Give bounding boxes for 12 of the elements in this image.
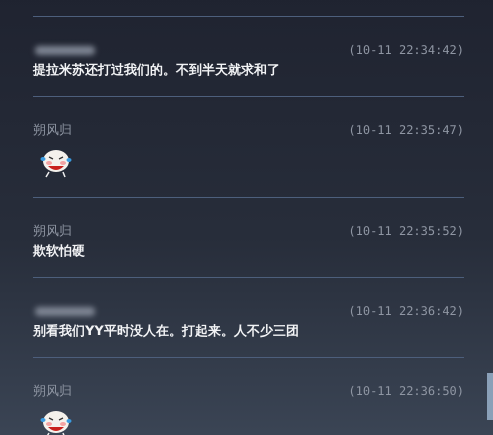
- scrollbar-thumb[interactable]: [487, 373, 493, 420]
- message-text: 别看我们YY平时没人在。打起来。人不少三团: [33, 323, 300, 341]
- message-text: 提拉米苏还打过我们的。不到半天就求和了: [33, 62, 281, 80]
- message-text: 欺软怕硬: [33, 243, 86, 261]
- sender-name: 朔风归: [33, 223, 72, 240]
- sender-name: 朔风归: [33, 383, 72, 400]
- message-time: (10-11 22:36:50): [348, 384, 464, 398]
- message-time: (10-11 22:35:52): [348, 224, 464, 238]
- message-time: (10-11 22:35:47): [348, 123, 464, 137]
- message-time: (10-11 22:34:42): [348, 43, 464, 57]
- message-time: (10-11 22:36:42): [348, 304, 464, 318]
- sender-name: 朔风归: [33, 122, 72, 139]
